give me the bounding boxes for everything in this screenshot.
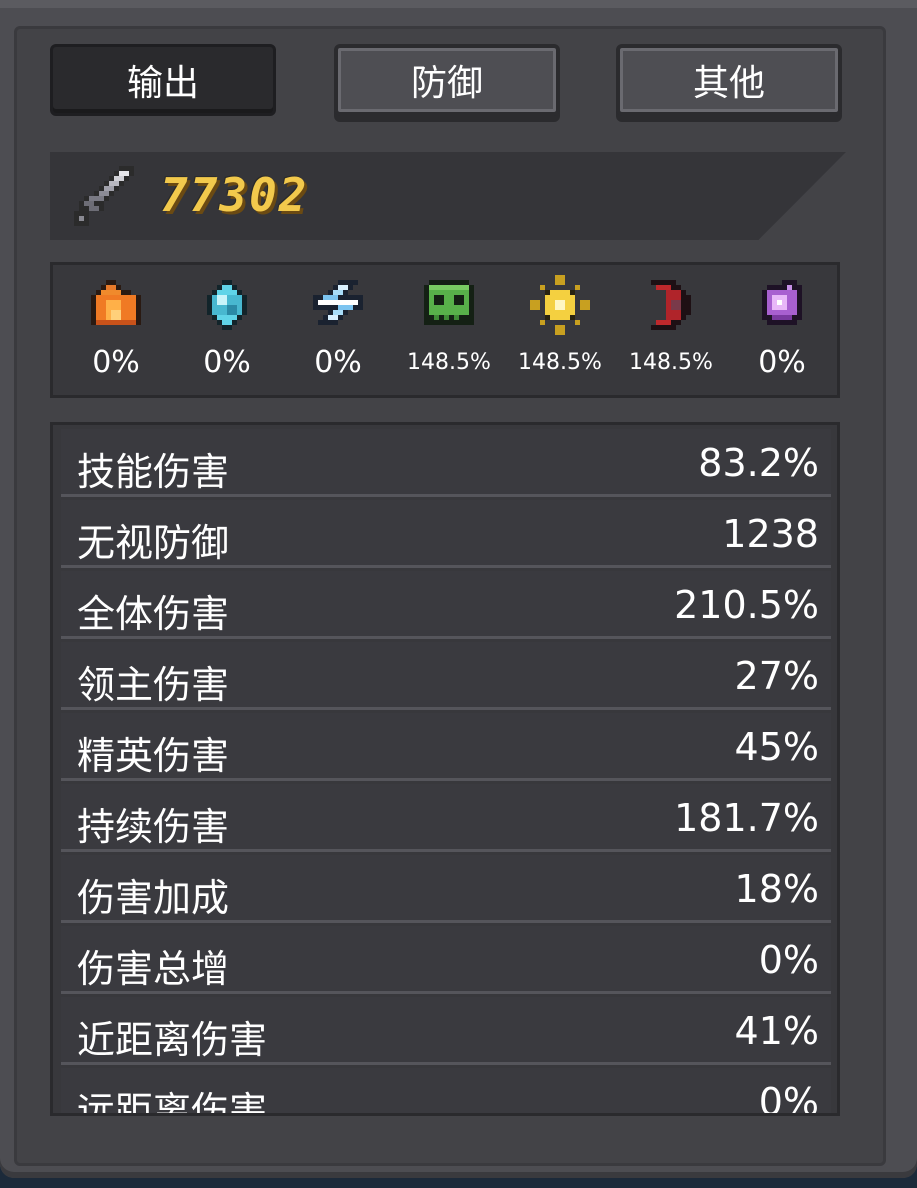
stat-label: 全体伤害 [77,592,230,636]
window-top-edge [0,0,917,8]
arcane-star-icon [762,280,802,325]
stat-value: 83.2% [698,441,819,485]
poison-skull-icon [424,280,474,325]
arcane-damage-value: 0% [758,345,806,380]
light-damage-value: 148.5% [518,350,602,375]
element-ice: 0% [172,275,282,383]
stat-row-all-damage: 全体伤害 210.5% [61,571,831,639]
lightning-damage-value: 0% [314,345,362,380]
stats-list[interactable]: 技能伤害 83.2% 无视防御 1238 全体伤害 210.5% 领主伤害 27… [50,422,840,1116]
tab-output-label: 输出 [126,63,199,104]
stat-label: 持续伤害 [77,805,230,849]
stat-row-damage-bonus: 伤害加成 18% [61,855,831,923]
element-dark: 148.5% [616,275,726,383]
dark-moon-icon [651,280,691,330]
light-sun-icon [530,275,590,335]
element-poison: 148.5% [394,275,504,383]
stat-row-ignore-defense: 无视防御 1238 [61,500,831,568]
combat-power-value: 77302 [160,168,309,222]
stat-label: 近距离伤害 [77,1018,268,1062]
stat-label: 远距离伤害 [77,1089,268,1116]
dark-damage-value: 148.5% [629,350,713,375]
stat-row-boss-damage: 领主伤害 27% [61,642,831,710]
stat-row-elite-damage: 精英伤害 45% [61,713,831,781]
stat-value: 18% [734,867,819,911]
tab-other[interactable]: 其他 [616,44,842,116]
stat-value: 0% [758,938,819,982]
stat-row-skill-damage: 技能伤害 83.2% [61,429,831,497]
lightning-icon [313,280,363,325]
element-arcane: 0% [727,275,837,383]
stat-value: 27% [734,654,819,698]
stat-row-ranged-damage: 远距离伤害 0% [61,1068,831,1116]
stat-value: 181.7% [674,796,819,840]
stat-value: 1238 [722,512,819,556]
stat-row-dot-damage: 持续伤害 181.7% [61,784,831,852]
stat-label: 伤害加成 [77,876,230,920]
ice-crystal-icon [207,280,247,330]
poison-damage-value: 148.5% [407,350,491,375]
stat-label: 技能伤害 [77,450,230,494]
tab-defense-label: 防御 [410,63,483,104]
fire-damage-value: 0% [92,345,140,380]
stat-value: 41% [734,1009,819,1053]
tab-defense[interactable]: 防御 [334,44,560,116]
sword-icon [74,166,134,230]
element-fire: 0% [61,275,171,383]
tab-output[interactable]: 输出 [50,44,276,116]
stat-value: 210.5% [674,583,819,627]
element-light: 148.5% [505,275,615,383]
stat-label: 伤害总增 [77,947,230,991]
stat-label: 精英伤害 [77,734,230,778]
stat-row-total-damage-increase: 伤害总增 0% [61,926,831,994]
stat-label: 领主伤害 [77,663,230,707]
ice-damage-value: 0% [203,345,251,380]
stat-row-melee-damage: 近距离伤害 41% [61,997,831,1065]
tab-other-label: 其他 [692,63,765,104]
stat-label: 无视防御 [77,521,230,565]
element-damage-panel: 0% 0% 0% 148.5% 148.5% 148.5% 0% [50,262,840,398]
stat-value: 0% [758,1080,819,1116]
stat-value: 45% [734,725,819,769]
element-lightning: 0% [283,275,393,383]
fire-icon [91,280,141,325]
